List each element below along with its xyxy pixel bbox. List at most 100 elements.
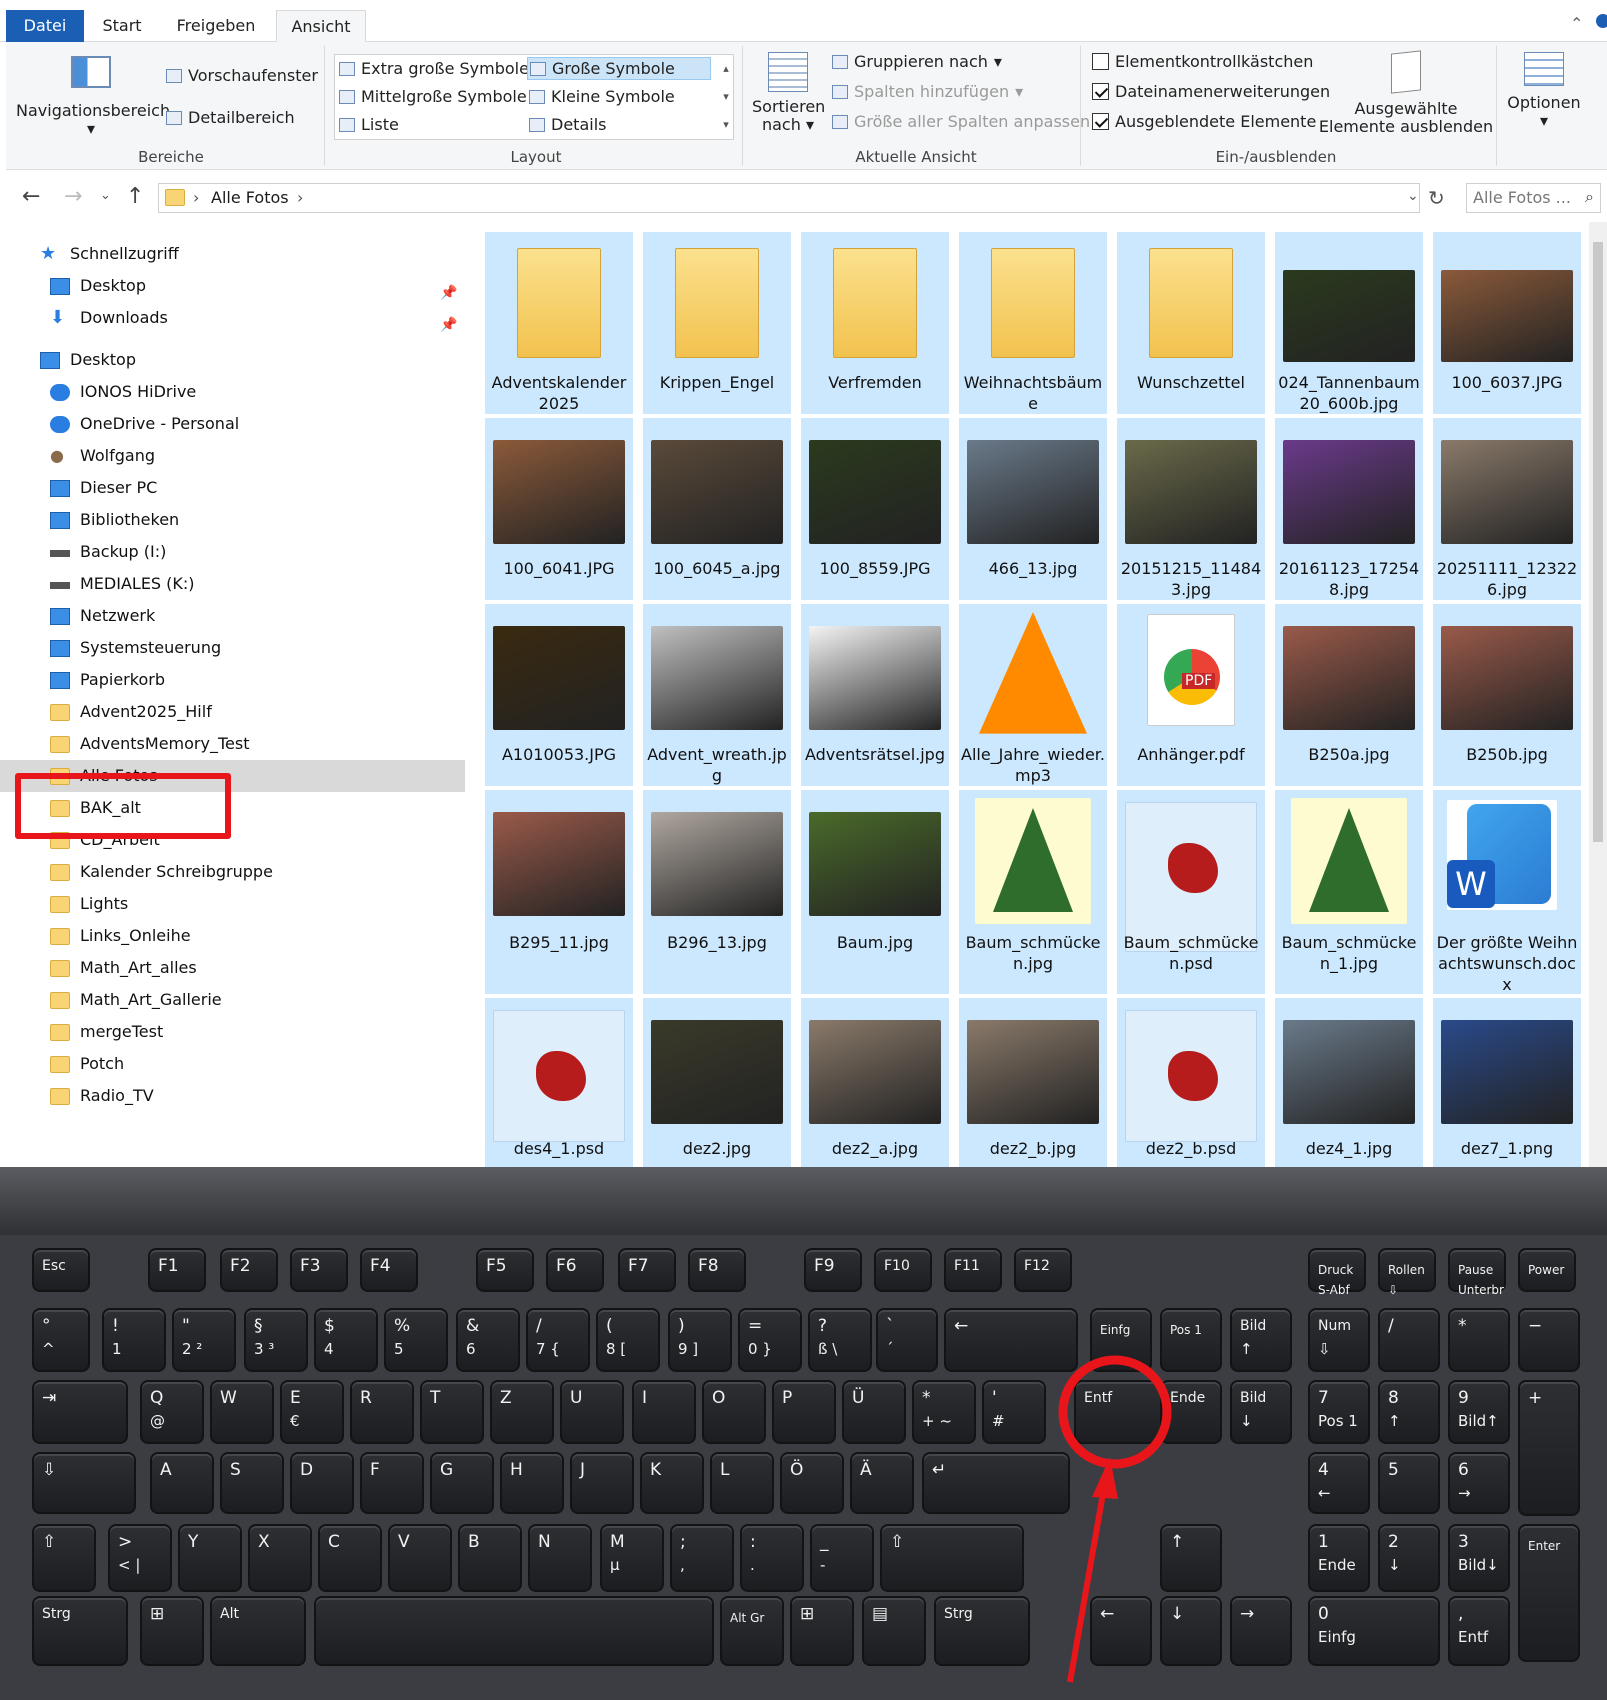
- sidebar-item-papierkorb[interactable]: Papierkorb: [0, 664, 465, 696]
- sort-by-button[interactable]: Sortieren nach ▾: [752, 52, 825, 134]
- sidebar-item-desktop[interactable]: Desktop: [0, 344, 465, 376]
- options-button[interactable]: Optionen ▾: [1504, 52, 1584, 130]
- sidebar-item-backup-i-[interactable]: Backup (I:): [0, 536, 465, 568]
- sidebar-item-wolfgang[interactable]: ● Wolfgang: [0, 440, 465, 472]
- file-item[interactable]: W Der größte Weihnachtswunsch.docx: [1433, 790, 1581, 994]
- sidebar-item-desktop[interactable]: Desktop 📌: [0, 270, 465, 302]
- sidebar-item-downloads[interactable]: ⬇ Downloads 📌: [0, 302, 465, 334]
- scrollbar-thumb[interactable]: [1593, 242, 1603, 842]
- tab-start[interactable]: Start: [90, 10, 154, 42]
- file-item[interactable]: Adventsrätsel.jpg: [801, 604, 949, 786]
- sidebar-item-systemsteuerung[interactable]: Systemsteuerung: [0, 632, 465, 664]
- refresh-icon[interactable]: ↻: [1428, 186, 1445, 210]
- file-item[interactable]: dez2_b.psd: [1117, 998, 1265, 1167]
- address-dropdown-icon[interactable]: ⌄: [1407, 188, 1419, 204]
- item-checkboxes-toggle[interactable]: Elementkontrollkästchen: [1092, 52, 1313, 71]
- add-columns-button[interactable]: Spalten hinzufügen ▾: [832, 82, 1023, 101]
- file-item[interactable]: dez2.jpg: [643, 998, 791, 1167]
- tab-share[interactable]: Freigeben: [168, 10, 264, 42]
- recent-locations-icon[interactable]: ⌄: [100, 188, 111, 203]
- layout-list[interactable]: Liste: [339, 115, 399, 134]
- sidebar-item-bibliotheken[interactable]: Bibliotheken: [0, 504, 465, 536]
- tab-view[interactable]: Ansicht: [276, 10, 366, 42]
- sidebar-item-onedrive-personal[interactable]: OneDrive - Personal: [0, 408, 465, 440]
- up-arrow-icon[interactable]: ↑: [126, 184, 144, 209]
- file-item[interactable]: 100_6037.JPG: [1433, 232, 1581, 414]
- file-item[interactable]: A1010053.JPG: [485, 604, 633, 786]
- layout-extra-large-icons[interactable]: Extra große Symbole: [339, 59, 529, 78]
- folder-icon: [50, 928, 70, 945]
- sidebar-item-radio-tv[interactable]: Radio_TV: [0, 1080, 465, 1112]
- search-input[interactable]: Alle Fotos ... ⌕: [1466, 183, 1601, 213]
- item-checkboxes-checkbox[interactable]: [1092, 53, 1109, 70]
- file-item[interactable]: 024_Tannenbaum20_600b.jpg: [1275, 232, 1423, 414]
- file-extensions-checkbox[interactable]: [1092, 83, 1109, 100]
- file-item[interactable]: Advent_wreath.jpg: [643, 604, 791, 786]
- file-item[interactable]: B296_13.jpg: [643, 790, 791, 994]
- file-item[interactable]: Baum_schmücken.psd: [1117, 790, 1265, 994]
- file-item[interactable]: 20151215_114843.jpg: [1117, 418, 1265, 600]
- sidebar-item-ionos-hidrive[interactable]: IONOS HiDrive: [0, 376, 465, 408]
- vertical-scrollbar[interactable]: [1589, 222, 1607, 1167]
- breadcrumb-current[interactable]: Alle Fotos: [211, 188, 289, 207]
- file-item[interactable]: Weihnachtsbäume: [959, 232, 1107, 414]
- hide-selected-button[interactable]: Ausgewählte Elemente ausblenden: [1316, 50, 1496, 136]
- address-bar[interactable]: › Alle Fotos › ⌄: [158, 183, 1420, 213]
- sidebar-item-math-art-alles[interactable]: Math_Art_alles: [0, 952, 465, 984]
- sidebar-item-mediales-k-[interactable]: MEDIALES (K:): [0, 568, 465, 600]
- file-item[interactable]: 100_8559.JPG: [801, 418, 949, 600]
- tab-file[interactable]: Datei: [6, 10, 84, 42]
- file-item[interactable]: Baum_schmücken.jpg: [959, 790, 1107, 994]
- file-item[interactable]: des4_1.psd: [485, 998, 633, 1167]
- sidebar-item-mergetest[interactable]: mergeTest: [0, 1016, 465, 1048]
- layout-small-icons[interactable]: Kleine Symbole: [529, 87, 675, 106]
- file-item[interactable]: Baum_schmücken_1.jpg: [1275, 790, 1423, 994]
- sidebar-item-netzwerk[interactable]: Netzwerk: [0, 600, 465, 632]
- file-item[interactable]: dez2_b.jpg: [959, 998, 1107, 1167]
- file-item[interactable]: dez4_1.jpg: [1275, 998, 1423, 1167]
- sidebar-item-dieser-pc[interactable]: Dieser PC: [0, 472, 465, 504]
- fit-columns-button[interactable]: Größe aller Spalten anpassen: [832, 112, 1090, 131]
- file-item[interactable]: 100_6045_a.jpg: [643, 418, 791, 600]
- file-extensions-toggle[interactable]: Dateinamenerweiterungen: [1092, 82, 1330, 101]
- file-item[interactable]: 100_6041.JPG: [485, 418, 633, 600]
- help-icon[interactable]: [1596, 14, 1607, 28]
- layout-gallery-scroll[interactable]: ▴ ▾ ▾: [719, 55, 733, 139]
- file-item[interactable]: dez2_a.jpg: [801, 998, 949, 1167]
- file-item[interactable]: Wunschzettel: [1117, 232, 1265, 414]
- sidebar-item-math-art-gallerie[interactable]: Math_Art_Gallerie: [0, 984, 465, 1016]
- sidebar-item-links-onleihe[interactable]: Links_Onleihe: [0, 920, 465, 952]
- file-item[interactable]: Adventskalender 2025: [485, 232, 633, 414]
- hidden-items-checkbox[interactable]: [1092, 113, 1109, 130]
- file-item[interactable]: Verfremden: [801, 232, 949, 414]
- forward-arrow-icon[interactable]: →: [64, 184, 82, 209]
- hidden-items-toggle[interactable]: Ausgeblendete Elemente: [1092, 112, 1316, 131]
- layout-large-icons[interactable]: Große Symbole: [527, 57, 711, 80]
- file-item[interactable]: PDF Anhänger.pdf: [1117, 604, 1265, 786]
- file-item[interactable]: B295_11.jpg: [485, 790, 633, 994]
- collapse-ribbon-icon[interactable]: ⌃: [1570, 14, 1583, 33]
- file-item[interactable]: B250a.jpg: [1275, 604, 1423, 786]
- preview-pane-button[interactable]: Vorschaufenster: [166, 66, 318, 85]
- layout-details[interactable]: Details: [529, 115, 606, 134]
- file-item[interactable]: Baum.jpg: [801, 790, 949, 994]
- file-item[interactable]: 466_13.jpg: [959, 418, 1107, 600]
- sidebar-item-potch[interactable]: Potch: [0, 1048, 465, 1080]
- sidebar-item-kalender-schreibgruppe[interactable]: Kalender Schreibgruppe: [0, 856, 465, 888]
- layout-medium-icons[interactable]: Mittelgroße Symbole: [339, 87, 527, 106]
- file-item[interactable]: Krippen_Engel: [643, 232, 791, 414]
- file-item[interactable]: Alle_Jahre_wieder.mp3: [959, 604, 1107, 786]
- file-item[interactable]: dez7_1.png: [1433, 998, 1581, 1167]
- pin-icon[interactable]: 📌: [440, 309, 457, 341]
- file-item[interactable]: 20251111_123226.jpg: [1433, 418, 1581, 600]
- sidebar-item-lights[interactable]: Lights: [0, 888, 465, 920]
- group-by-button[interactable]: Gruppieren nach ▾: [832, 52, 1002, 71]
- details-pane-button[interactable]: Detailbereich: [166, 108, 295, 127]
- file-item[interactable]: B250b.jpg: [1433, 604, 1581, 786]
- back-arrow-icon[interactable]: ←: [22, 184, 40, 209]
- sidebar-item-schnellzugriff[interactable]: ★ Schnellzugriff: [0, 238, 465, 270]
- sidebar-item-adventsmemory-test[interactable]: AdventsMemory_Test: [0, 728, 465, 760]
- sidebar-item-advent2025-hilf[interactable]: Advent2025_Hilf: [0, 696, 465, 728]
- navigation-pane-button[interactable]: Navigationsbereich ▾: [16, 56, 170, 138]
- file-item[interactable]: 20161123_172548.jpg: [1275, 418, 1423, 600]
